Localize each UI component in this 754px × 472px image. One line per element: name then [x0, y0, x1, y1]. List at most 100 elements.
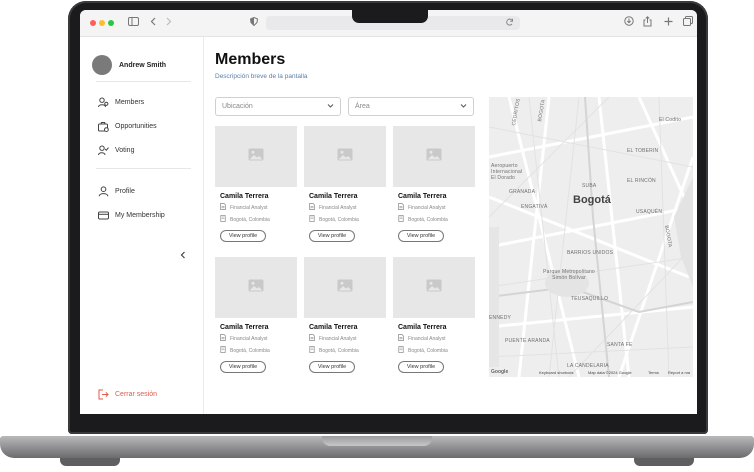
- building-icon: [220, 215, 230, 224]
- image-icon: [426, 279, 442, 297]
- camera-notch: [352, 9, 428, 23]
- laptop-foot: [60, 458, 120, 466]
- user-profile[interactable]: Andrew Smith: [80, 37, 203, 81]
- member-location-text: Bogotá, Colombia: [319, 347, 359, 354]
- laptop-opening-groove: [322, 436, 432, 446]
- document-icon: [398, 203, 408, 212]
- sidebar-toggle-icon[interactable]: [128, 16, 139, 30]
- sidebar-item-opportunities[interactable]: Opportunities: [80, 114, 203, 138]
- minimize-window-button[interactable]: [99, 20, 105, 26]
- member-location: Bogotá, Colombia: [220, 346, 297, 355]
- vote-icon: [98, 145, 109, 156]
- view-profile-button[interactable]: View profile: [309, 230, 355, 242]
- map-label: El Codito: [659, 117, 682, 123]
- view-profile-button[interactable]: View profile: [220, 361, 266, 373]
- member-role-text: Financial Analyst: [319, 335, 357, 342]
- member-location: Bogotá, Colombia: [309, 215, 386, 224]
- users-icon: [98, 97, 109, 108]
- page-title: Members: [215, 51, 286, 68]
- building-icon: [398, 215, 408, 224]
- member-name: Camila Terrera: [398, 193, 447, 200]
- member-location-text: Bogotá, Colombia: [230, 347, 270, 354]
- map-data-text: Map data ©2024 Google: [588, 369, 632, 375]
- map-label: USAQUÉN: [636, 209, 663, 215]
- sidebar-item-profile[interactable]: Profile: [80, 179, 203, 203]
- member-name: Camila Terrera: [220, 193, 269, 200]
- member-photo-placeholder: [304, 257, 386, 318]
- member-role: Financial Analyst: [398, 203, 475, 212]
- logout-button[interactable]: Cerrar sesión: [98, 389, 157, 400]
- building-icon: [309, 215, 319, 224]
- area-placeholder: Área: [355, 103, 370, 110]
- terms-link[interactable]: Terms: [648, 370, 659, 375]
- logout-label: Cerrar sesión: [115, 391, 158, 398]
- map-label: BARRIOS UNIDOS: [567, 250, 614, 256]
- member-location: Bogotá, Colombia: [220, 215, 297, 224]
- building-icon: [398, 346, 408, 355]
- member-location: Bogotá, Colombia: [398, 215, 475, 224]
- member-photo-placeholder: [215, 257, 297, 318]
- forward-icon[interactable]: [166, 16, 172, 30]
- sidebar-item-voting[interactable]: Voting: [80, 138, 203, 162]
- member-photo-placeholder: [393, 257, 475, 318]
- map-label: Aeropuerto Internacional El Dorado: [491, 163, 523, 181]
- member-role: Financial Analyst: [220, 203, 297, 212]
- member-location-text: Bogotá, Colombia: [408, 347, 448, 354]
- privacy-shield-icon[interactable]: [249, 16, 259, 30]
- member-photo-placeholder: [393, 126, 475, 187]
- view-profile-button[interactable]: View profile: [309, 361, 355, 373]
- building-icon: [220, 346, 230, 355]
- member-location: Bogotá, Colombia: [398, 346, 475, 355]
- map-footer: Google Keyboard shortcuts Map data ©2024…: [489, 367, 693, 377]
- page-subtitle: Descripción breve de la pantalla: [215, 73, 308, 80]
- close-window-button[interactable]: [90, 20, 96, 26]
- tabs-overview-icon[interactable]: [683, 16, 693, 30]
- logout-icon: [98, 389, 109, 400]
- back-icon[interactable]: [150, 16, 156, 30]
- member-photo-placeholder: [215, 126, 297, 187]
- chevron-left-icon[interactable]: [180, 251, 186, 261]
- view-profile-button[interactable]: View profile: [220, 230, 266, 242]
- reload-icon[interactable]: [506, 18, 514, 28]
- document-icon: [309, 203, 319, 212]
- member-photo-placeholder: [304, 126, 386, 187]
- map-label: EL RINCÓN: [627, 178, 656, 184]
- ubicacion-select[interactable]: Ubicación: [215, 97, 341, 116]
- member-location-text: Bogotá, Colombia: [230, 216, 270, 223]
- image-icon: [337, 148, 353, 166]
- member-name: Camila Terrera: [309, 324, 358, 331]
- member-name: Camila Terrera: [398, 324, 447, 331]
- report-link[interactable]: Report a ma: [668, 370, 690, 375]
- avatar: [92, 55, 112, 75]
- sidebar-item-label: Profile: [115, 187, 135, 195]
- member-role-text: Financial Analyst: [230, 204, 268, 211]
- view-profile-button[interactable]: View profile: [398, 361, 444, 373]
- map[interactable]: CEDRITOS BOGOTA El Codito EL TOBERIN SUB…: [489, 97, 693, 377]
- sidebar-item-my-membership[interactable]: My Membership: [80, 203, 203, 227]
- member-role: Financial Analyst: [220, 334, 297, 343]
- area-select[interactable]: Área: [348, 97, 474, 116]
- keyboard-shortcuts-link[interactable]: Keyboard shortcuts: [539, 370, 573, 375]
- map-label: EL TOBERIN: [627, 148, 659, 154]
- ubicacion-placeholder: Ubicación: [222, 103, 253, 110]
- member-role-text: Financial Analyst: [408, 335, 446, 342]
- maximize-window-button[interactable]: [108, 20, 114, 26]
- sidebar-item-members[interactable]: Members: [80, 90, 203, 114]
- map-label: SUBA: [582, 183, 597, 189]
- member-location: Bogotá, Colombia: [309, 346, 386, 355]
- map-label: SANTA FE: [607, 342, 633, 348]
- map-roads: [489, 97, 693, 377]
- map-label: ENGATIVÁ: [521, 204, 548, 210]
- new-tab-icon[interactable]: [664, 16, 673, 30]
- download-icon[interactable]: [624, 16, 634, 30]
- chevron-down-icon: [327, 103, 334, 111]
- member-role-text: Financial Analyst: [319, 204, 357, 211]
- view-profile-button[interactable]: View profile: [398, 230, 444, 242]
- member-card: Camila Terrera Financial Analyst Bogotá, C…: [215, 126, 297, 252]
- member-role-text: Financial Analyst: [230, 335, 268, 342]
- map-city-label: Bogotá: [573, 194, 611, 206]
- sidebar-item-label: Voting: [115, 146, 135, 154]
- map-label: Parque Metropolitano Simón Bolívar: [543, 269, 595, 281]
- share-icon[interactable]: [643, 16, 652, 31]
- user-icon: [98, 185, 109, 197]
